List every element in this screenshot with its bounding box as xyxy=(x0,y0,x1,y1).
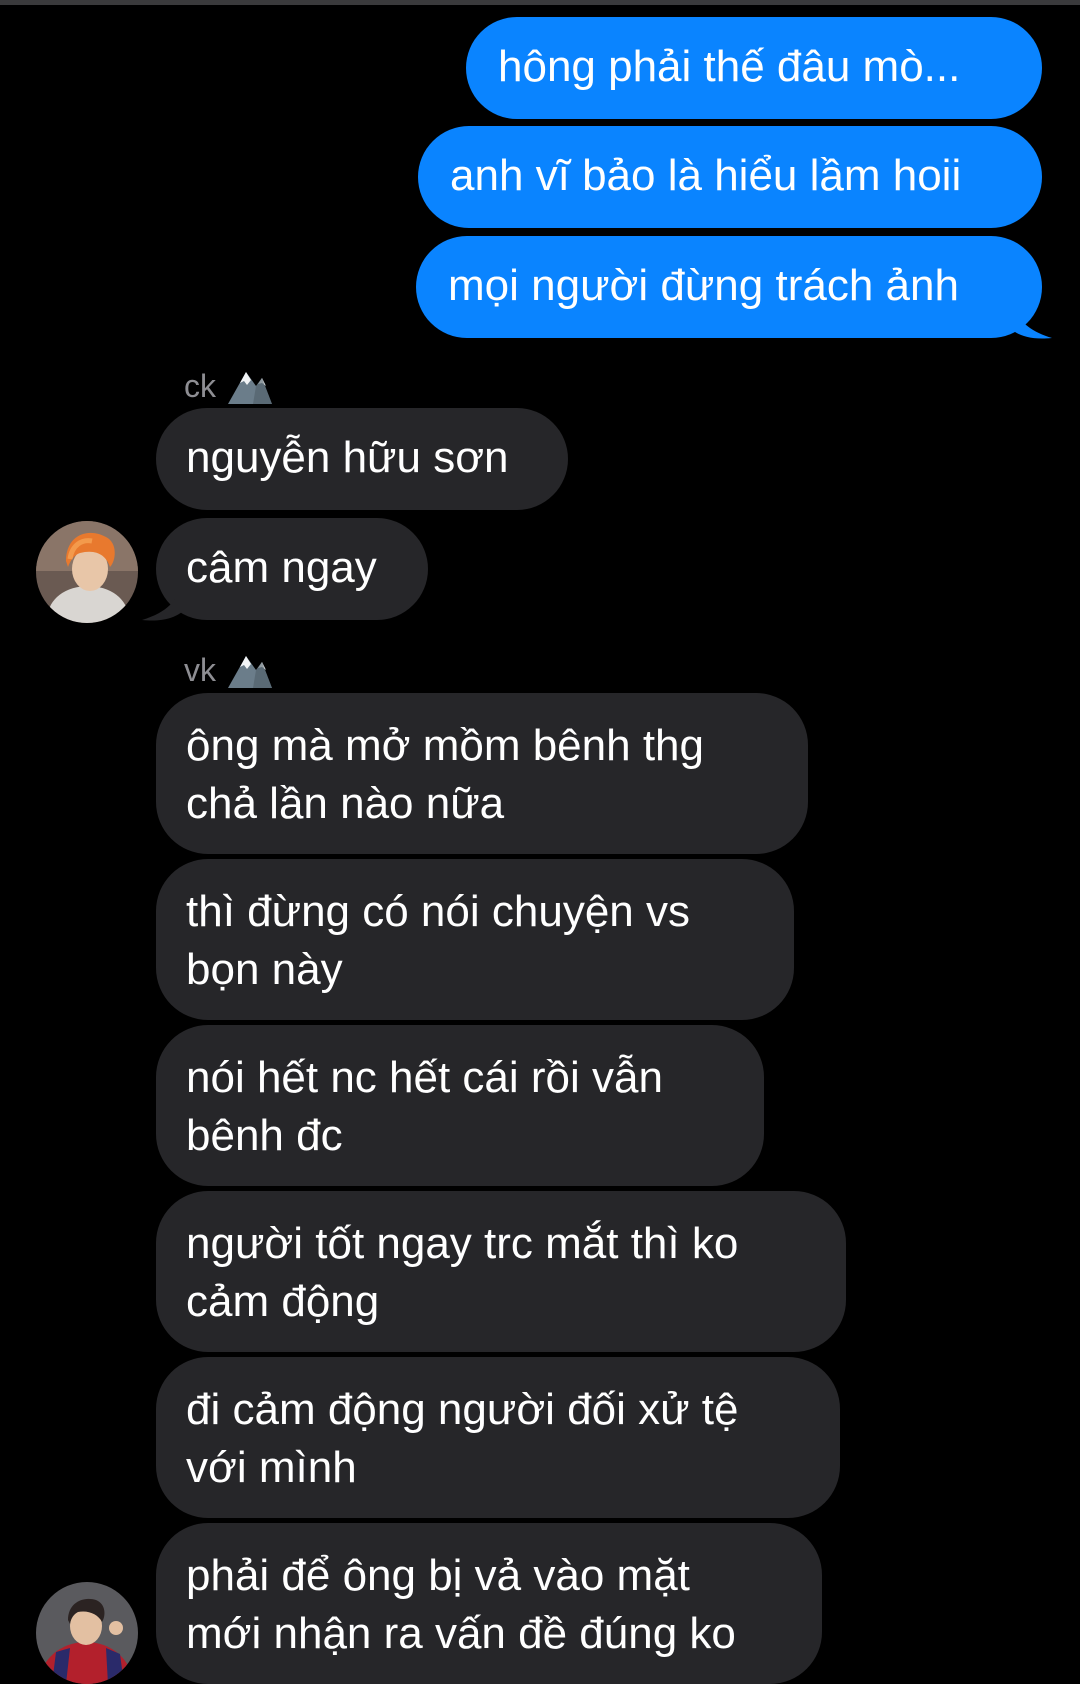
avatar-ck[interactable] xyxy=(36,521,138,623)
mountain-emoji-icon xyxy=(228,656,272,688)
outgoing-bubble-tail xyxy=(1012,300,1052,339)
sender-label-vk: vk xyxy=(184,650,274,690)
incoming-message[interactable]: thì đừng có nói chuyện vs bọn này xyxy=(156,859,794,1020)
incoming-message[interactable]: nói hết nc hết cái rồi vẫn bênh đc xyxy=(156,1025,764,1186)
incoming-message[interactable]: câm ngay xyxy=(156,518,428,620)
sender-label-ck: ck xyxy=(184,366,274,406)
incoming-message[interactable]: người tốt ngay trc mắt thì ko cảm động xyxy=(156,1191,846,1352)
incoming-message[interactable]: phải để ông bị vả vào mặt mới nhận ra vấ… xyxy=(156,1523,822,1684)
top-divider xyxy=(0,0,1080,5)
incoming-message[interactable]: nguyễn hữu sơn xyxy=(156,408,568,510)
outgoing-message[interactable]: anh vĩ bảo là hiểu lầm hoii xyxy=(418,126,1042,228)
incoming-message[interactable]: đi cảm động người đối xử tệ với mình xyxy=(156,1357,840,1518)
mountain-emoji-icon xyxy=(228,372,272,404)
sender-name: ck xyxy=(184,368,216,404)
sender-name: vk xyxy=(184,652,216,688)
incoming-bubble-tail xyxy=(142,582,182,621)
avatar-image xyxy=(36,1582,138,1684)
outgoing-message[interactable]: hông phải thế đâu mò... xyxy=(466,17,1042,119)
avatar-vk[interactable] xyxy=(36,1582,138,1684)
outgoing-message[interactable]: mọi người đừng trách ảnh xyxy=(416,236,1042,338)
incoming-message[interactable]: ông mà mở mồm bênh thg chả lần nào nữa xyxy=(156,693,808,854)
avatar-image xyxy=(36,521,138,623)
